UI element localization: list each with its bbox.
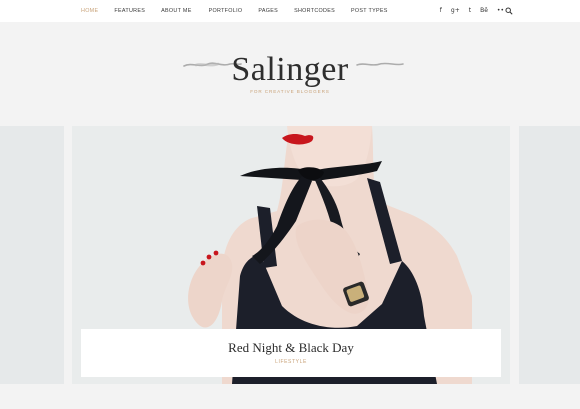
facebook-icon[interactable]: f	[440, 8, 442, 14]
twitter-icon[interactable]: t	[469, 8, 471, 14]
nav-item-portfolio[interactable]: PORTFOLIO	[209, 8, 243, 14]
post-category[interactable]: LIFESTYLE	[81, 359, 501, 365]
top-navigation-bar: HOME FEATURES ABOUT ME PORTFOLIO PAGES S…	[0, 0, 580, 22]
nav-item-about-me[interactable]: ABOUT ME	[161, 8, 191, 14]
featured-slider: Red Night & Black Day LIFESTYLE	[0, 126, 580, 386]
site-header: Salinger FOR CREATIVE BLOGGERS	[0, 22, 580, 126]
site-logo[interactable]: Salinger	[0, 51, 580, 89]
nav-item-features[interactable]: FEATURES	[114, 8, 145, 14]
flickr-icon[interactable]: ••	[497, 8, 504, 14]
behance-icon[interactable]: Bē	[480, 8, 488, 14]
google-plus-icon[interactable]: g+	[451, 8, 460, 14]
nav-item-shortcodes[interactable]: SHORTCODES	[294, 8, 335, 14]
nav-item-pages[interactable]: PAGES	[258, 8, 278, 14]
slider-next-slide[interactable]	[519, 126, 580, 384]
social-links: f g+ t Bē ••	[440, 0, 504, 22]
slider-prev-slide[interactable]	[0, 126, 64, 384]
nav-item-post-types[interactable]: POST TYPES	[351, 8, 388, 14]
search-icon[interactable]	[505, 7, 513, 15]
site-tagline: FOR CREATIVE BLOGGERS	[250, 89, 330, 94]
slide-caption-box: Red Night & Black Day LIFESTYLE	[81, 329, 501, 377]
post-title[interactable]: Red Night & Black Day	[81, 340, 501, 356]
main-menu: HOME FEATURES ABOUT ME PORTFOLIO PAGES S…	[81, 0, 388, 22]
content-area-start	[0, 386, 580, 409]
nav-item-home[interactable]: HOME	[81, 8, 98, 14]
